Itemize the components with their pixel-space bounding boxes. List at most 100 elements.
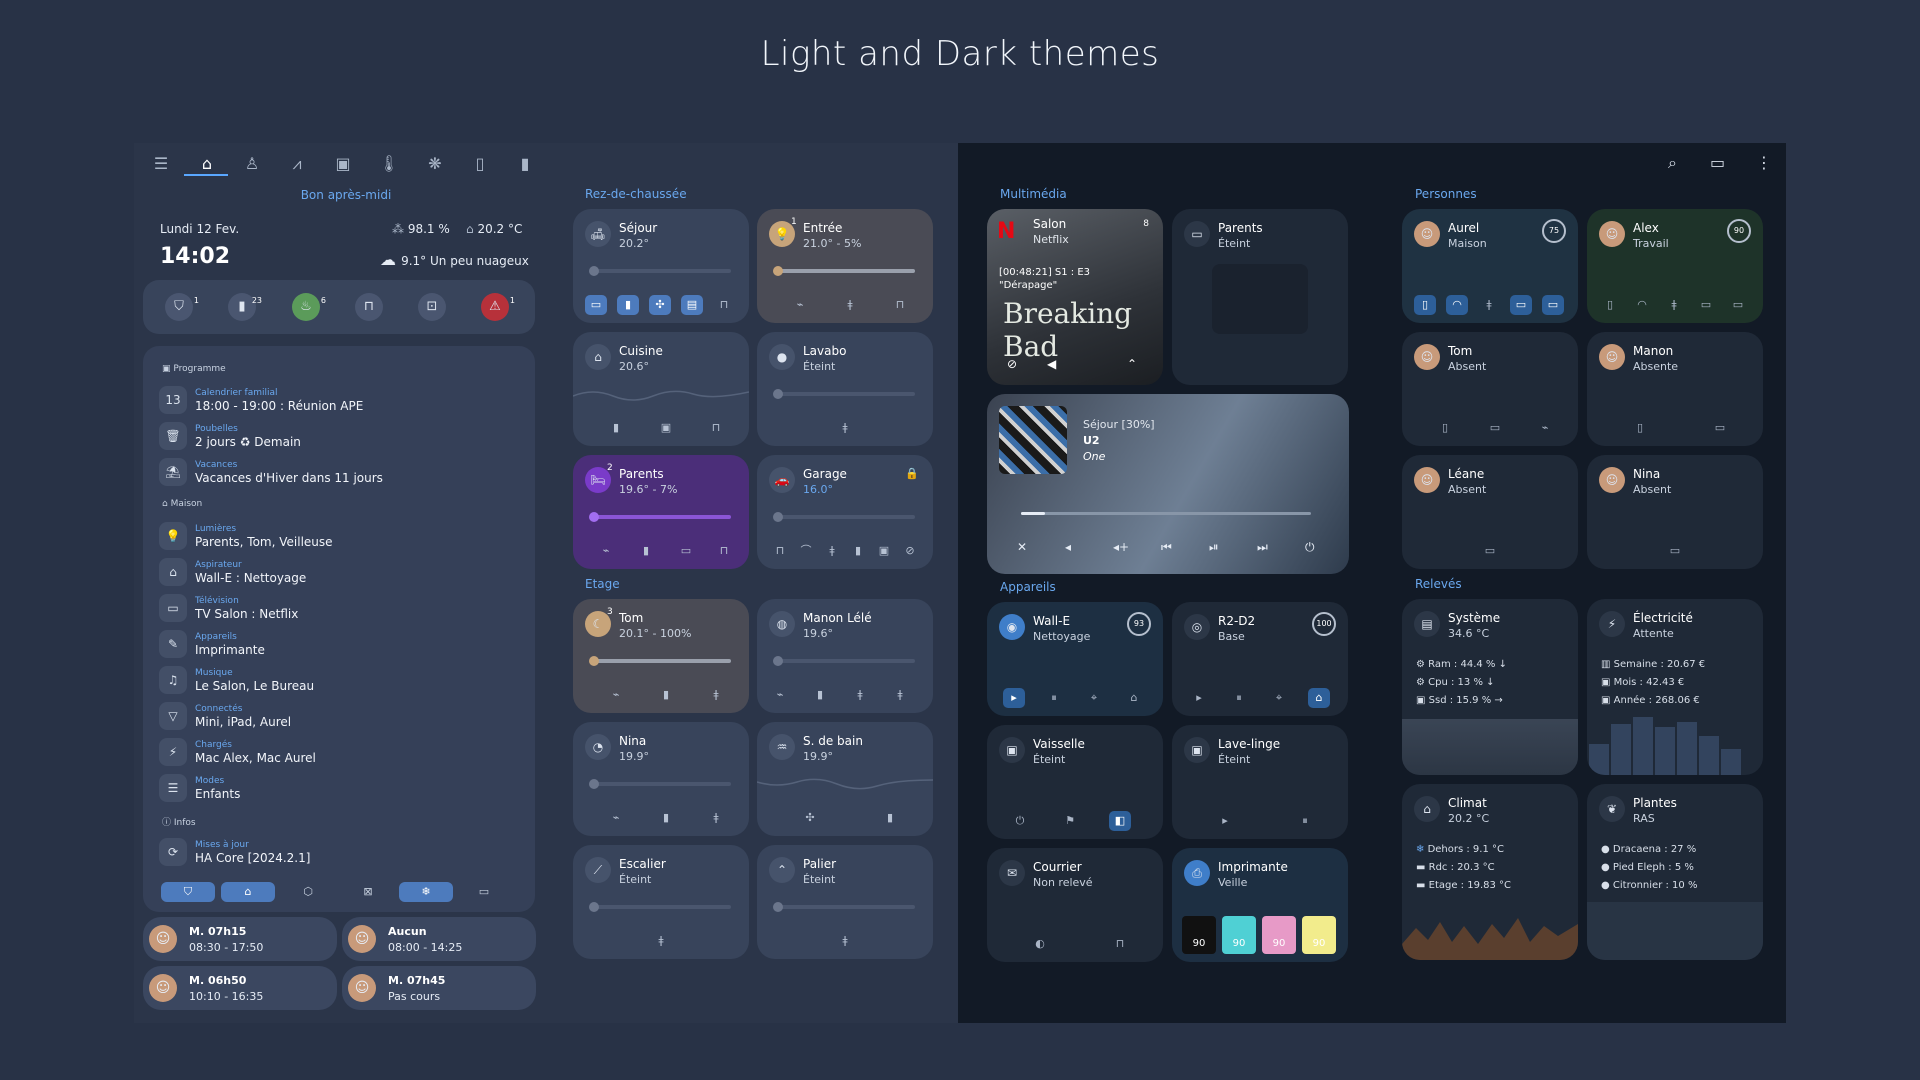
room-slider[interactable] — [591, 515, 731, 519]
plug-icon[interactable]: ⌁ — [605, 685, 627, 705]
sensor-card-climat[interactable]: ⌂ Climat 20.2 °C ❄ Dehors : 9.1 °C ▬ Rdc :… — [1402, 784, 1578, 960]
remote-icon[interactable]: ▮ — [847, 541, 869, 561]
play-icon[interactable]: ▸ — [1188, 688, 1210, 708]
lamp-icon[interactable]: ǂ — [839, 295, 861, 315]
phone-icon[interactable]: ▯ — [1629, 418, 1651, 438]
alarm-card[interactable]: ☺ Aucun 08:00 - 14:25 — [342, 917, 536, 961]
sensor-card-plantes[interactable]: ❦ Plantes RAS ● Dracaena : 27 % ● Pied Ele… — [1587, 784, 1763, 960]
volume-up-icon[interactable]: ◂+ — [1113, 540, 1129, 554]
person-tab-icon[interactable]: ♙ — [241, 153, 263, 175]
room-card-sdb[interactable]: ♒ S. de bain 19.9° ✣ ▮ — [757, 722, 933, 836]
room-slider[interactable] — [591, 659, 731, 663]
lamp-icon[interactable]: ǂ — [1478, 295, 1500, 315]
lamp-icon[interactable]: ǂ — [849, 685, 871, 705]
phone-icon[interactable]: ▯ — [1434, 418, 1456, 438]
slider-knob[interactable] — [589, 902, 599, 912]
lamp-icon[interactable]: ǂ — [821, 541, 843, 561]
music-card[interactable]: Séjour [30%] U2 One ✕ ◂ ◂+ ⏮ ⏯ ⏭ ⏻ — [987, 394, 1349, 574]
slider-knob[interactable] — [773, 902, 783, 912]
room-card-escalier[interactable]: ⟋ Escalier Éteint ǂ — [573, 845, 749, 959]
power-icon[interactable]: ⏻ — [1305, 540, 1315, 555]
toggle-icon[interactable]: ◐ — [1029, 934, 1051, 954]
row-value[interactable]: Le Salon, Le Bureau — [195, 679, 314, 693]
lamp-icon[interactable]: ǂ — [650, 931, 672, 951]
room-card-garage[interactable]: 🚗 Garage 16.0° 🔒 ⊓ ⌒ ǂ ▮ ▣ ⊘ — [757, 455, 933, 569]
door-icon[interactable]: ⊓ — [355, 293, 383, 321]
lamp-icon[interactable]: ǂ — [834, 931, 856, 951]
door-icon[interactable]: ⊓ — [705, 418, 727, 438]
row-value[interactable]: 18:00 - 19:00 : Réunion APE — [195, 399, 363, 413]
row-value[interactable]: Parents, Tom, Veilleuse — [195, 535, 333, 549]
door-icon[interactable]: ⊓ — [1109, 934, 1131, 954]
shield-icon[interactable]: ⛉ 1 — [165, 293, 199, 321]
alarm-card[interactable]: ☺ M. 06h50 10:10 - 16:35 — [143, 966, 337, 1010]
remote-icon[interactable]: ▮ — [605, 418, 627, 438]
lamp-icon[interactable]: ǂ — [705, 808, 727, 828]
chat-icon[interactable]: ▭ — [1710, 153, 1725, 172]
lamp-icon[interactable]: ǂ — [889, 685, 911, 705]
plug-icon[interactable]: ⌁ — [789, 295, 811, 315]
slider-knob[interactable] — [773, 512, 783, 522]
blind-icon[interactable]: ▤ — [681, 295, 703, 315]
remote-icon[interactable]: ▮ — [879, 808, 901, 828]
tablet-icon[interactable]: ▭ — [1542, 295, 1564, 315]
previous-icon[interactable]: ⏮ — [1161, 540, 1172, 555]
slider-knob[interactable] — [589, 779, 599, 789]
device-card-imprimante[interactable]: ⎙ Imprimante Veille 90 90 90 90 — [1172, 848, 1348, 962]
dock-icon[interactable]: ⌂ — [1308, 688, 1330, 708]
room-card-manon[interactable]: ◍ Manon Lélé 19.6° ⌁ ▮ ǂ ǂ — [757, 599, 933, 713]
wifi-icon[interactable]: ◠ — [1446, 295, 1468, 315]
search-icon[interactable]: ⌕ — [1668, 153, 1677, 173]
sensor-card-systeme[interactable]: ▤ Système 34.6 °C ⚙ Ram : 44.4 % ↓ ⚙ Cpu :… — [1402, 599, 1578, 775]
room-slider[interactable] — [591, 905, 731, 909]
row-value[interactable]: Enfants — [195, 787, 240, 801]
room-slider[interactable] — [591, 269, 731, 273]
next-icon[interactable]: ⏭ — [1257, 540, 1268, 555]
laptop-icon[interactable]: ▭ — [1695, 295, 1717, 315]
row-value[interactable]: 2 jours ♻ Demain — [195, 435, 301, 449]
device-card-walle[interactable]: ◉ Wall-E Nettoyage 93 ▸ ⏸ ⌖ ⌂ — [987, 602, 1163, 716]
play-icon[interactable]: ▸ — [1214, 811, 1236, 831]
mute-icon[interactable]: ⊘ — [899, 541, 921, 561]
power-icon[interactable]: ⏻ — [1009, 811, 1031, 831]
media-card-salon[interactable]: N Salon Netflix 8 [00:48:21] S1 : E3 "Dé… — [987, 209, 1163, 385]
phone-icon[interactable]: ▯ — [1599, 295, 1621, 315]
person-card-tom[interactable]: ☺ Tom Absent ▯ ▭ ⌁ — [1402, 332, 1578, 446]
slider-knob[interactable] — [773, 389, 783, 399]
appliance-tab-icon[interactable]: ▣ — [332, 153, 354, 175]
battery-icon[interactable]: ▮ 23 — [228, 293, 262, 321]
volume-icon[interactable]: ◀ — [1047, 357, 1056, 371]
home-tab-icon[interactable]: ⌂ — [196, 153, 218, 175]
slider-knob[interactable] — [773, 266, 783, 276]
locate-icon[interactable]: ⌖ — [1268, 688, 1290, 708]
battery-tab-icon[interactable]: ▯ — [469, 153, 491, 175]
sensor-card-electricite[interactable]: ⚡ Électricité Attente ▥ Semaine : 20.67 € … — [1587, 599, 1763, 775]
tab-devices[interactable]: ⬡ — [281, 882, 335, 902]
lamp-icon[interactable]: ǂ — [705, 685, 727, 705]
row-value[interactable]: TV Salon : Netflix — [195, 607, 298, 621]
alarm-card[interactable]: ☺ M. 07h45 Pas cours — [342, 966, 536, 1010]
menu-icon[interactable]: ☰ — [150, 153, 172, 175]
row-value[interactable]: Mac Alex, Mac Aurel — [195, 751, 316, 765]
wifi-icon[interactable]: ◠ — [1631, 295, 1653, 315]
person-card-nina[interactable]: ☺ Nina Absent ▭ — [1587, 455, 1763, 569]
tab-network[interactable]: ⊠ — [341, 882, 395, 902]
room-slider[interactable] — [775, 905, 915, 909]
vacuum-tab-icon[interactable]: ⩘ — [286, 153, 308, 175]
remote-icon[interactable]: ▮ — [655, 685, 677, 705]
thermometer-tab-icon[interactable]: 🌡 — [378, 153, 400, 175]
slider-knob[interactable] — [589, 266, 599, 276]
garage-icon[interactable]: ⌒ — [795, 541, 817, 561]
room-slider[interactable] — [775, 269, 915, 273]
remote-icon[interactable]: ▮ — [655, 808, 677, 828]
volume-down-icon[interactable]: ◂ — [1065, 540, 1071, 554]
lamp-icon[interactable]: ǂ — [834, 418, 856, 438]
remote-tab-icon[interactable]: ▮ — [514, 153, 536, 175]
lamp-icon[interactable]: ǂ — [1663, 295, 1685, 315]
room-card-parents[interactable]: 🛏 2 Parents 19.6° - 7% ⌁ ▮ ▭ ⊓ — [573, 455, 749, 569]
oven-icon[interactable]: ▣ — [655, 418, 677, 438]
device-card-r2d2[interactable]: ◎ R2-D2 Base 100 ▸ ⏸ ⌖ ⌂ — [1172, 602, 1348, 716]
tablet-icon[interactable]: ▭ — [1479, 541, 1501, 561]
person-card-alex[interactable]: ☺ Alex Travail 90 ▯ ◠ ǂ ▭ ▭ — [1587, 209, 1763, 323]
tablet-icon[interactable]: ▭ — [1709, 418, 1731, 438]
